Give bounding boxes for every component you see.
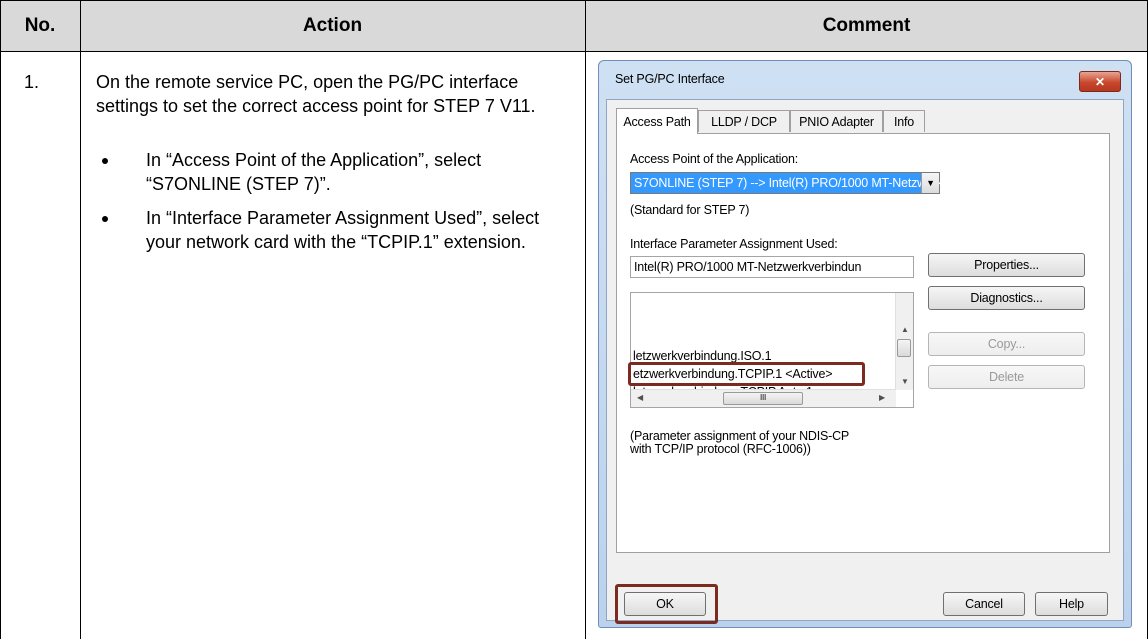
diagnostics-button[interactable]: Diagnostics... [928,286,1085,310]
header-action: Action [80,0,585,51]
tab-label: PNIO Adapter [799,114,874,129]
header-no-label: No. [24,14,56,36]
tab-label: Access Path [623,114,691,129]
copy-button[interactable]: Copy... [928,332,1085,356]
scroll-up-icon[interactable]: ▲ [901,325,909,334]
interface-value: Intel(R) PRO/1000 MT-Netzwerkverbindun [634,260,862,274]
table-border-top [0,0,1148,1]
header-comment-label: Comment [822,14,911,36]
horizontal-scrollbar[interactable]: ◀ III ▶ [631,389,896,407]
step-number: 1. [24,72,40,92]
scroll-grip-icon: III [759,393,767,402]
dialog-title: Set PG/PC Interface [615,72,725,86]
parameter-note: (Parameter assignment of your NDIS-CP wi… [630,429,849,456]
tab-info[interactable]: Info [883,110,925,132]
scroll-left-icon[interactable]: ◀ [637,393,643,402]
dialog-titlebar[interactable]: Set PG/PC Interface ✕ [599,61,1131,99]
interface-listbox[interactable]: letzwerkverbindung.ISO.1 etzwerkverbindu… [630,292,914,408]
set-pgpc-interface-dialog: Set PG/PC Interface ✕ Access Path LLDP /… [598,60,1132,628]
button-label: Diagnostics... [970,291,1043,305]
table-border-left [0,0,1,639]
close-icon[interactable]: ✕ [1079,71,1121,92]
chevron-down-icon[interactable]: ▼ [921,173,939,193]
bullet-dot [102,216,108,222]
action-intro-text: On the remote service PC, open the PG/PC… [96,72,536,116]
access-path-panel: Access Point of the Application: S7ONLIN… [616,133,1110,553]
tab-label: LLDP / DCP [711,114,777,129]
scroll-thumb[interactable]: III [723,392,803,405]
header-action-label: Action [302,14,363,36]
button-label: Properties... [974,258,1039,272]
bullet-text: In “Access Point of the Application”, se… [146,150,482,194]
properties-button[interactable]: Properties... [928,253,1085,277]
button-label: Delete [989,370,1024,384]
vertical-scrollbar[interactable]: ▲ ▼ [895,293,913,390]
bullet-text: In “Interface Parameter Assignment Used”… [146,208,540,252]
tab-lldp-dcp[interactable]: LLDP / DCP [698,110,790,132]
interface-label: Interface Parameter Assignment Used: [630,237,838,251]
list-item[interactable]: letzwerkverbindung.ISO.1 [633,349,772,363]
scroll-down-icon[interactable]: ▼ [901,377,909,386]
cancel-button[interactable]: Cancel [943,592,1025,616]
dialog-client-area: Access Path LLDP / DCP PNIO Adapter Info… [606,99,1124,624]
tab-access-path[interactable]: Access Path [616,108,698,134]
button-label: OK [656,597,674,611]
header-comment: Comment [585,0,1148,51]
tab-pnio-adapter[interactable]: PNIO Adapter [790,110,883,132]
access-point-dropdown[interactable]: S7ONLINE (STEP 7) --> Intel(R) PRO/1000 … [630,172,983,194]
delete-button[interactable]: Delete [928,365,1085,389]
button-label: Help [1059,597,1084,611]
button-label: Cancel [965,597,1003,611]
bullet-dot [102,158,108,164]
help-button[interactable]: Help [1035,592,1108,616]
table-border [0,51,1148,52]
header-no: No. [0,0,80,51]
button-label: Copy... [987,337,1026,351]
ok-button[interactable]: OK [624,592,706,616]
table-border [80,0,81,639]
list-item-selected[interactable]: etzwerkverbindung.TCPIP.1 <Active> [633,367,833,381]
access-point-note: (Standard for STEP 7) [630,203,750,217]
access-point-label: Access Point of the Application: [630,152,799,166]
scroll-right-icon[interactable]: ▶ [879,393,885,402]
tab-label: Info [893,114,915,129]
table-border [585,0,586,639]
scroll-thumb[interactable] [897,339,911,357]
interface-field[interactable]: Intel(R) PRO/1000 MT-Netzwerkverbindun [630,256,914,278]
